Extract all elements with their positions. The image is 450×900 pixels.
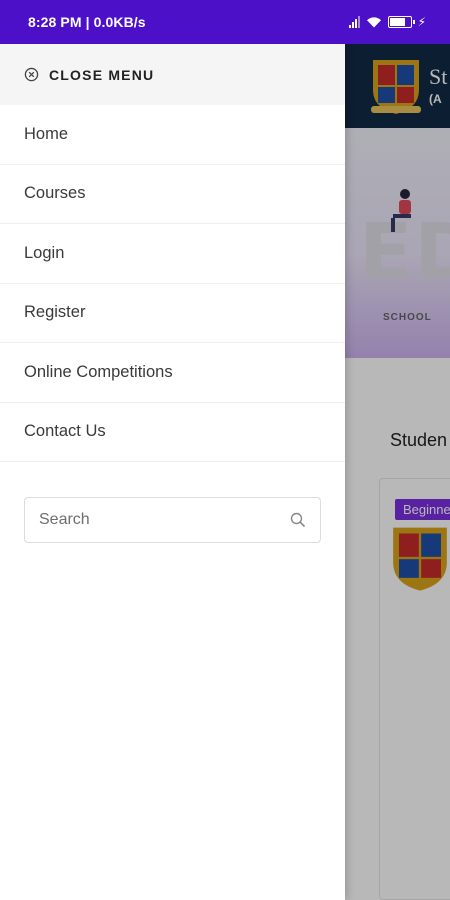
charging-bolt-icon: ⚡ [417, 15, 426, 29]
wifi-icon [366, 17, 381, 28]
menu-item-register[interactable]: Register [0, 284, 345, 343]
battery-charging-icon [387, 16, 415, 28]
drawer-overlay[interactable] [345, 44, 450, 900]
close-menu-label: CLOSE MENU [49, 66, 155, 83]
navigation-drawer: CLOSE MENU Home Courses Login Register O… [0, 44, 345, 900]
search-box [24, 497, 321, 543]
menu-item-login[interactable]: Login [0, 224, 345, 284]
status-icons: ⚡ [348, 15, 426, 29]
menu-item-contact-us[interactable]: Contact Us [0, 403, 345, 462]
menu-list: Home Courses Login Register Online Compe… [0, 105, 345, 462]
menu-item-online-competitions[interactable]: Online Competitions [0, 343, 345, 403]
search-icon[interactable] [290, 512, 306, 528]
menu-item-courses[interactable]: Courses [0, 165, 345, 224]
status-time: 8:28 PM | 0.0KB/s [28, 14, 146, 30]
close-circle-icon [24, 67, 39, 82]
search-input[interactable] [39, 511, 290, 529]
status-bar: 8:28 PM | 0.0KB/s ⚡ [0, 0, 450, 44]
close-menu-button[interactable]: CLOSE MENU [0, 44, 345, 105]
menu-item-home[interactable]: Home [0, 105, 345, 165]
signal-icon [348, 16, 360, 28]
